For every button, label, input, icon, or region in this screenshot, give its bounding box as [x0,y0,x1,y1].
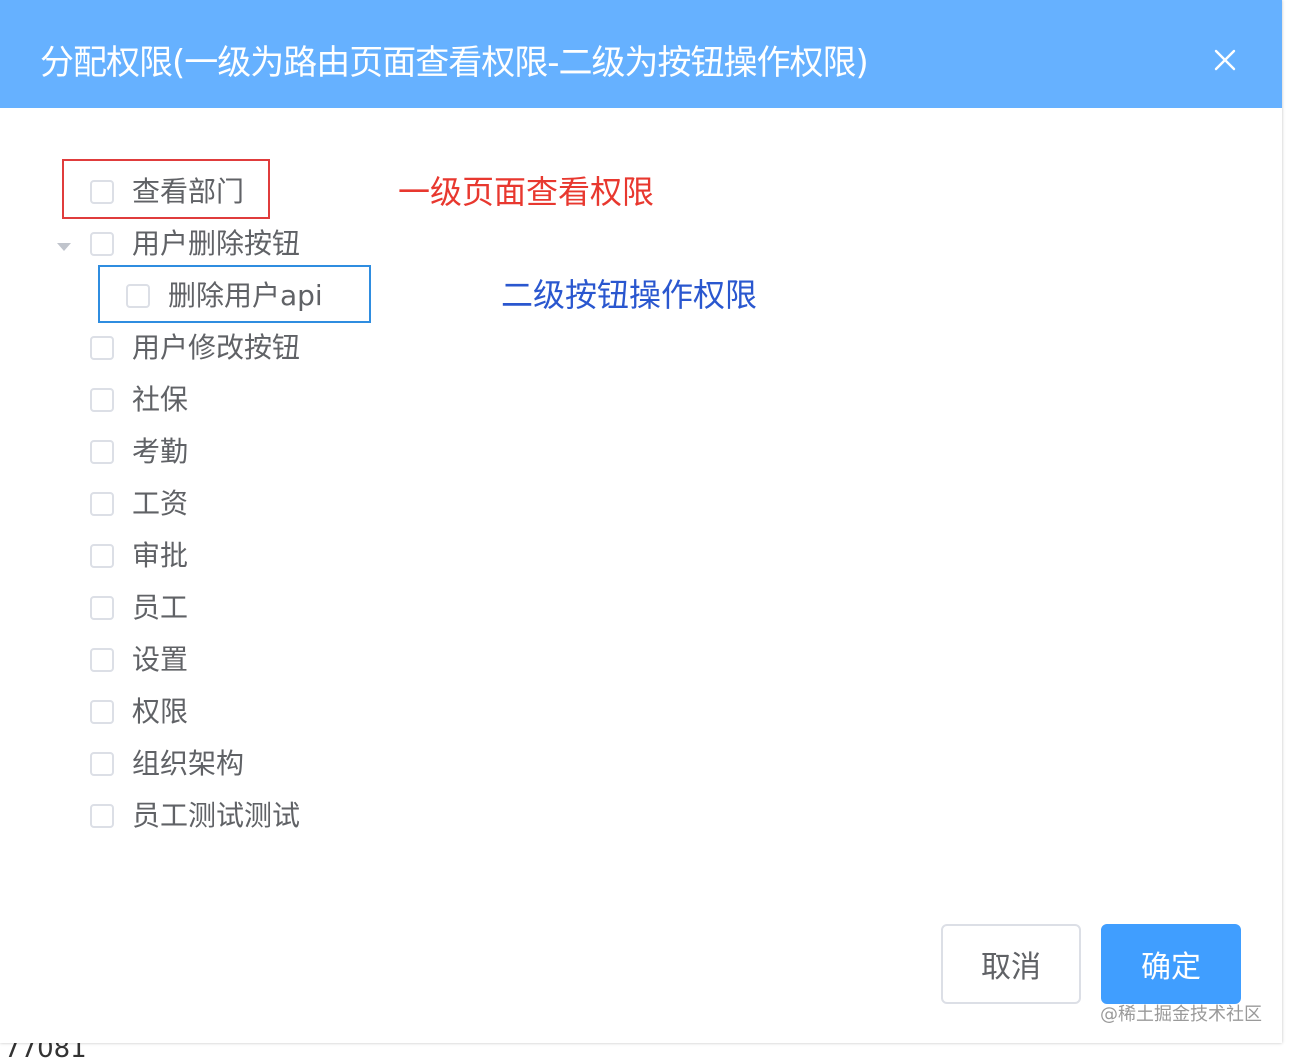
tree-node-checkbox[interactable] [90,700,114,724]
cancel-button[interactable]: 取消 [941,924,1081,1004]
tree-node-attendance[interactable]: 考勤 [90,426,188,478]
tree-node-approval[interactable]: 审批 [90,530,188,582]
tree-node-salary[interactable]: 工资 [90,478,188,530]
tree-node-label: 权限 [132,695,189,728]
tree-node-label: 组织架构 [132,747,245,780]
tree-node-checkbox[interactable] [90,388,114,412]
tree-node-checkbox[interactable] [90,648,114,672]
annotation-box-level1 [62,159,270,219]
tree-node-label: 设置 [132,643,189,676]
tree-node-label: 用户删除按钮 [132,227,301,260]
assign-permission-dialog: 分配权限(一级为路由页面查看权限-二级为按钮操作权限) 查看部门 用户删除按钮 … [0,0,1282,1043]
tree-node-checkbox[interactable] [90,596,114,620]
tree-node-settings[interactable]: 设置 [90,634,188,686]
tree-node-employees[interactable]: 员工 [90,582,188,634]
tree-node-checkbox[interactable] [90,804,114,828]
tree-node-employee-test[interactable]: 员工测试测试 [90,790,300,842]
tree-node-checkbox[interactable] [90,752,114,776]
annotation-label-level2: 二级按钮操作权限 [501,276,758,314]
tree-node-org-structure[interactable]: 组织架构 [90,738,244,790]
tree-node-checkbox[interactable] [90,232,114,256]
annotation-box-level2 [98,265,371,323]
close-icon [1214,49,1236,71]
tree-node-user-edit-button[interactable]: 用户修改按钮 [90,322,300,374]
tree-node-label: 社保 [132,383,189,416]
tree-node-user-delete-button[interactable]: 用户删除按钮 [90,218,300,270]
watermark: @稀土掘金技术社区 [1100,1004,1262,1025]
caret-down-icon[interactable] [57,243,71,251]
tree-node-checkbox[interactable] [90,336,114,360]
confirm-button[interactable]: 确定 [1101,924,1241,1004]
tree-node-label: 用户修改按钮 [132,331,301,364]
tree-node-label: 考勤 [132,435,189,468]
annotation-label-level1: 一级页面查看权限 [398,173,655,211]
tree-node-permissions[interactable]: 权限 [90,686,188,738]
tree-node-checkbox[interactable] [90,492,114,516]
tree-node-label: 员工测试测试 [132,799,301,832]
dialog-header: 分配权限(一级为路由页面查看权限-二级为按钮操作权限) [0,0,1282,108]
dialog-title: 分配权限(一级为路由页面查看权限-二级为按钮操作权限) [40,43,869,83]
tree-node-label: 员工 [132,591,189,624]
tree-node-checkbox[interactable] [90,544,114,568]
tree-node-label: 工资 [132,487,189,520]
close-button[interactable] [1207,42,1243,78]
tree-node-label: 审批 [132,539,189,572]
tree-node-checkbox[interactable] [90,440,114,464]
tree-node-social-security[interactable]: 社保 [90,374,188,426]
